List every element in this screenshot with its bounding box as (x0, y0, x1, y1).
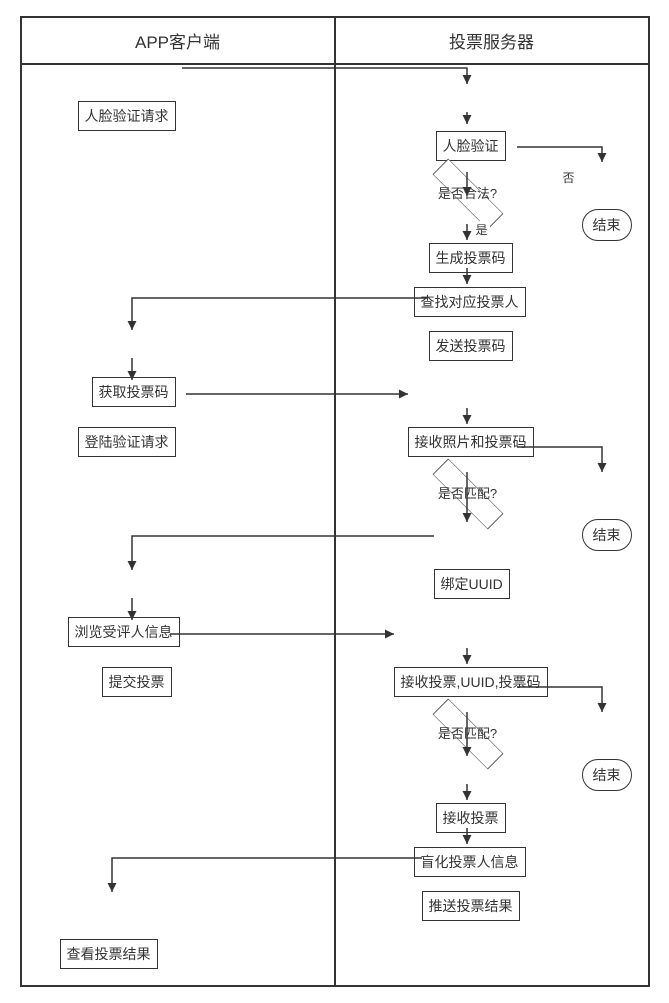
edge-label-no-1: 否 (561, 169, 577, 186)
node-get-vote-code: 获取投票码 (92, 377, 176, 407)
decision-match-2-label: 是否匹配? (418, 723, 518, 742)
decision-match-1: 是否匹配? (418, 469, 518, 519)
node-face-verify: 人脸验证 (436, 131, 506, 161)
node-recv-vote-uuid-code: 接收投票,UUID,投票码 (394, 667, 548, 697)
node-recv-vote: 接收投票 (436, 803, 506, 833)
lanes-body: 人脸验证请求 获取投票码 登陆验证请求 浏览受评人信息 提交投票 查看投票结果 … (22, 65, 648, 985)
node-login-verify-request: 登陆验证请求 (78, 427, 176, 457)
node-view-vote-result: 查看投票结果 (60, 939, 158, 969)
node-gen-vote-code: 生成投票码 (429, 243, 513, 273)
edge-label-yes-1: 是 (474, 221, 490, 238)
decision-match-1-label: 是否匹配? (418, 483, 518, 502)
node-find-voter: 查找对应投票人 (414, 287, 526, 317)
terminator-end-2: 结束 (582, 519, 632, 551)
decision-match-2: 是否匹配? (418, 709, 518, 759)
lane-client: 人脸验证请求 获取投票码 登陆验证请求 浏览受评人信息 提交投票 查看投票结果 (22, 65, 336, 985)
lane-server: 人脸验证 是否合法? 否 是 结束 生成投票码 查找对应投票人 发送投票码 接收… (336, 65, 648, 985)
node-recv-photo-code: 接收照片和投票码 (408, 427, 534, 457)
node-blind-voter-info: 盲化投票人信息 (414, 847, 526, 877)
swimlane-diagram: APP客户端 投票服务器 人脸验证请求 获取投票码 登陆验证请求 浏览受评人信息… (20, 16, 650, 987)
node-browse-candidate-info: 浏览受评人信息 (68, 617, 180, 647)
terminator-end-1: 结束 (582, 209, 632, 241)
node-push-vote-result: 推送投票结果 (422, 891, 520, 921)
lane-header-row: APP客户端 投票服务器 (22, 18, 648, 65)
lane-header-client: APP客户端 (22, 18, 336, 63)
node-face-verify-request: 人脸验证请求 (78, 101, 176, 131)
decision-legal-label: 是否合法? (418, 183, 518, 202)
node-submit-vote: 提交投票 (102, 667, 172, 697)
lane-header-server: 投票服务器 (336, 18, 648, 63)
node-send-vote-code: 发送投票码 (429, 331, 513, 361)
terminator-end-3: 结束 (582, 759, 632, 791)
node-bind-uuid: 绑定UUID (434, 569, 510, 599)
decision-legal: 是否合法? (418, 169, 518, 219)
